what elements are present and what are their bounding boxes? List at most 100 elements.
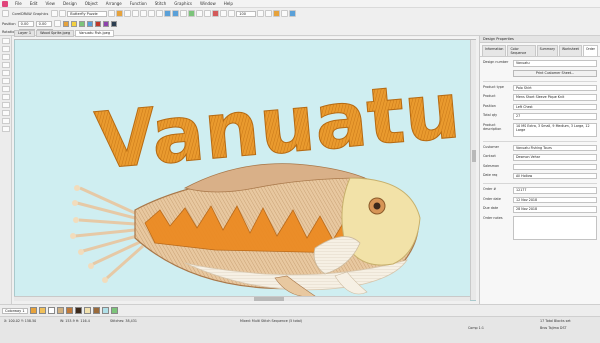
align-icon[interactable] (196, 10, 204, 17)
total-qty-field[interactable]: 27 (513, 113, 597, 120)
knife-tool-icon[interactable] (1, 126, 10, 132)
tab-order[interactable]: Order (582, 45, 598, 56)
colorway-swatch[interactable] (75, 307, 82, 314)
hoop-icon[interactable] (188, 10, 196, 17)
print-icon[interactable] (108, 10, 116, 17)
applique-tool-icon[interactable] (1, 118, 10, 124)
position-row: Position Left Chest (480, 103, 600, 110)
zoom-in-icon[interactable] (164, 10, 172, 17)
tab-color-sequence[interactable]: Color Sequence (507, 45, 536, 56)
paste-icon[interactable] (140, 10, 148, 17)
salesman-field[interactable] (513, 163, 597, 170)
new-icon[interactable] (2, 10, 9, 17)
color-swatch-7[interactable] (110, 20, 117, 27)
design-canvas[interactable]: Vanuatu (14, 37, 476, 301)
color-swatch-1[interactable] (62, 20, 69, 27)
save-icon[interactable] (59, 10, 67, 17)
color-swatch-3[interactable] (78, 20, 85, 27)
horizontal-scrollbar[interactable] (14, 296, 470, 301)
menu-arrange[interactable]: Arrange (102, 1, 126, 6)
monogram-tool-icon[interactable] (1, 102, 10, 108)
color-swatch-2[interactable] (70, 20, 77, 27)
copy-icon[interactable] (132, 10, 140, 17)
run-tool-icon[interactable] (1, 70, 10, 76)
shape-tool-icon[interactable] (1, 110, 10, 116)
tab-information[interactable]: Information (482, 45, 507, 56)
menu-graphics[interactable]: Graphics (170, 1, 196, 6)
colorway-swatch[interactable] (57, 307, 64, 314)
grid-icon[interactable] (180, 10, 188, 17)
product-field[interactable]: Mens Short Sleeve Pique Knit (513, 94, 597, 101)
color-swatch-6[interactable] (102, 20, 109, 27)
pan-tool-icon[interactable] (1, 62, 10, 68)
colorway-swatch[interactable] (102, 307, 109, 314)
product-description-field[interactable]: 10 MS Extra, 3 Small, 9 Medium, 3 Large,… (513, 122, 597, 137)
tab-summary[interactable]: Summary (536, 45, 558, 56)
contact-field[interactable]: Desmon Vehar (513, 154, 597, 161)
color-swatch-5[interactable] (94, 20, 101, 27)
menu-object[interactable]: Object (81, 1, 102, 6)
help-icon[interactable] (289, 10, 297, 17)
fill-tool-icon[interactable] (1, 78, 10, 84)
menu-view[interactable]: View (41, 1, 59, 6)
order-number-row: Order # 12177 (480, 187, 600, 194)
horizontal-scroll-thumb[interactable] (254, 297, 284, 301)
menu-design[interactable]: Design (59, 1, 81, 6)
text-tool-icon[interactable] (1, 94, 10, 100)
order-number-field[interactable]: 12177 (513, 187, 597, 194)
menu-function[interactable]: Function (126, 1, 151, 6)
group-icon[interactable] (204, 10, 212, 17)
settings-icon[interactable] (281, 10, 289, 17)
colorway-swatch[interactable] (111, 307, 118, 314)
colorway-swatch[interactable] (30, 307, 37, 314)
tab-vanuatu-fish[interactable]: Vanuatu Fish.jpeg (75, 30, 115, 37)
open-icon[interactable] (51, 10, 59, 17)
show-stitches-icon[interactable] (257, 10, 265, 17)
menu-stitch[interactable]: Stitch (151, 1, 171, 6)
reshape-tool-icon[interactable] (1, 46, 10, 52)
cut-icon[interactable] (124, 10, 132, 17)
satin-tool-icon[interactable] (1, 86, 10, 92)
colorway-swatch[interactable] (84, 307, 91, 314)
print-customer-sheet-button[interactable]: Print Customer Sheet... (513, 69, 597, 77)
colorway-swatch[interactable] (66, 307, 73, 314)
zoom-out-icon[interactable] (172, 10, 180, 17)
menu-edit[interactable]: Edit (26, 1, 42, 6)
menu-help[interactable]: Help (220, 1, 237, 6)
lettering-icon[interactable] (228, 10, 236, 17)
date-req-field[interactable]: All Hollow (513, 172, 597, 179)
tab-layer[interactable]: Layer 1 (14, 30, 36, 37)
lock-icon[interactable] (53, 20, 61, 27)
zoom-field[interactable]: 100 (236, 10, 257, 17)
order-notes-field[interactable] (513, 215, 597, 240)
colorway-select[interactable]: Colorway 1 (2, 307, 28, 314)
menu-file[interactable]: File (11, 1, 26, 6)
colorway-swatch[interactable] (39, 307, 46, 314)
color-swatch-4[interactable] (86, 20, 93, 27)
tab-worksheet[interactable]: Worksheet (559, 45, 582, 56)
vertical-scrollbar[interactable] (470, 40, 476, 300)
vertical-scroll-thumb[interactable] (472, 150, 476, 162)
zoom-tool-icon[interactable] (1, 54, 10, 60)
design-number-field[interactable]: Vanuatu (513, 60, 597, 67)
customer-field[interactable]: Vanuatu Fishing Tours (513, 144, 597, 151)
position-w-field[interactable]: 0.00 (35, 20, 52, 27)
text-icon[interactable] (220, 10, 228, 17)
colorway-swatch[interactable] (48, 307, 55, 314)
undo-icon[interactable] (148, 10, 156, 17)
stitch-icon[interactable] (116, 10, 124, 17)
color-icon[interactable] (212, 10, 220, 17)
colorway-swatch[interactable] (93, 307, 100, 314)
show-objects-icon[interactable] (265, 10, 273, 17)
order-date-field[interactable]: 12 Nov 2018 (513, 196, 597, 203)
tab-wood-sprite[interactable]: Wood Sprite.jpeg (36, 30, 75, 37)
product-type-field[interactable]: Polo Shirt (513, 84, 597, 91)
redo-icon[interactable] (156, 10, 164, 17)
position-x-field[interactable]: 0.00 (17, 20, 34, 27)
tools-icon[interactable] (273, 10, 281, 17)
due-date-field[interactable]: 28 Nov 2018 (513, 206, 597, 213)
select-tool-icon[interactable] (1, 38, 10, 44)
menu-window[interactable]: Window (196, 1, 220, 6)
open-file-field[interactable]: Butterfly Puzzle (67, 10, 108, 17)
position-field[interactable]: Left Chest (513, 103, 597, 110)
